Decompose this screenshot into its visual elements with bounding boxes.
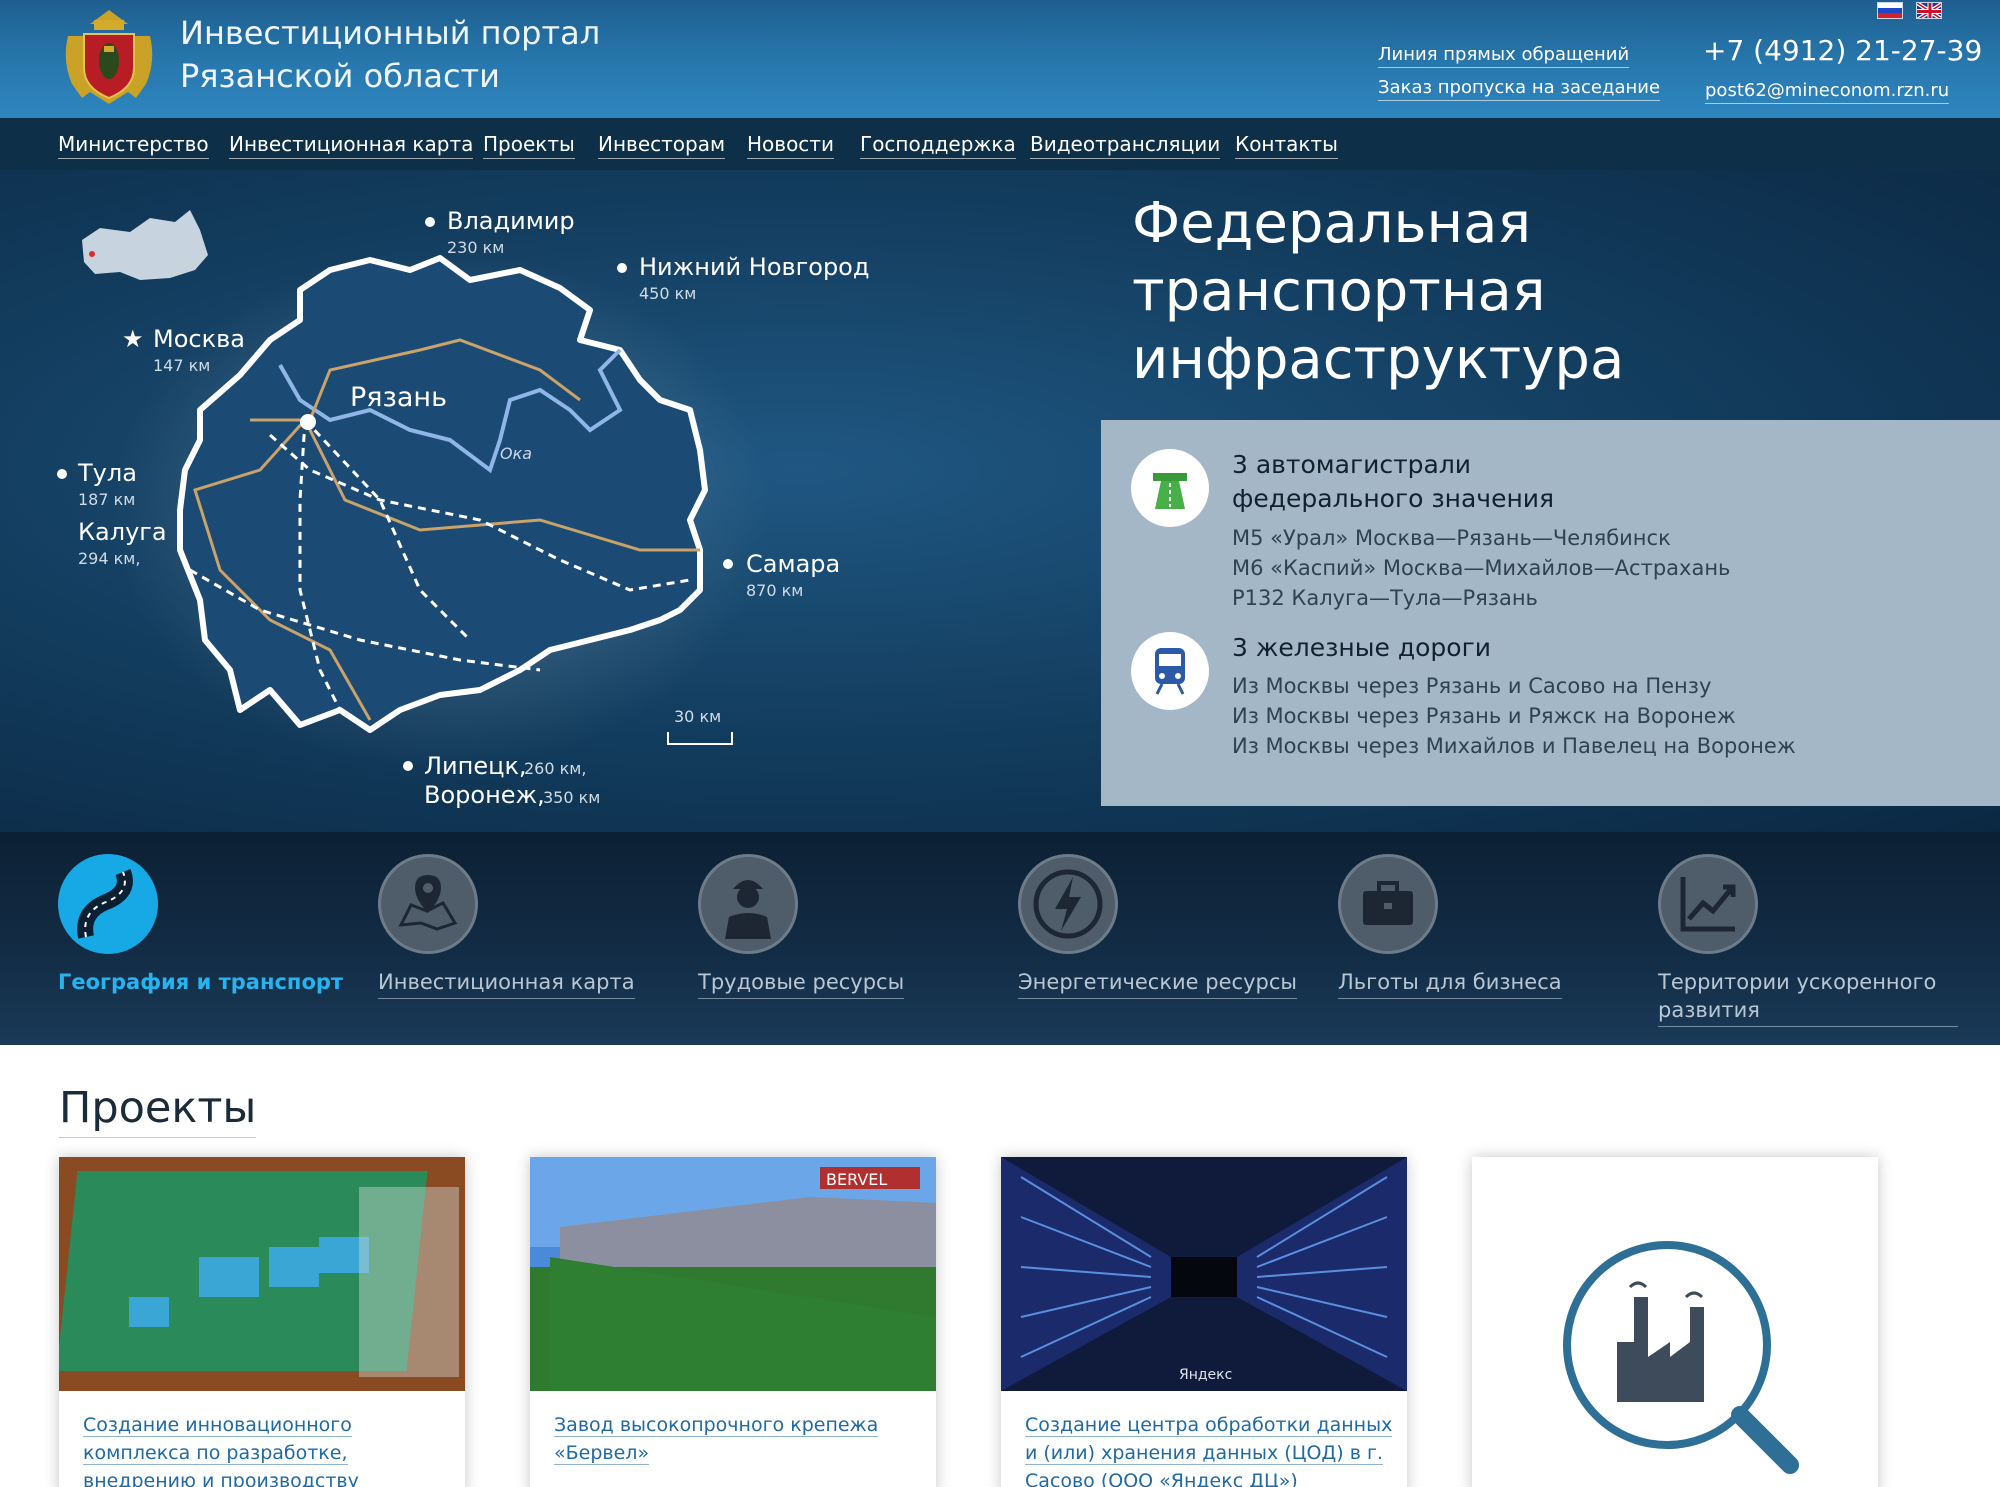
hero-section: ★ Владимир 230 км Нижний Новгород 450 км… xyxy=(0,170,2000,832)
project-card[interactable]: BERVEL Завод высокопрочного крепежа «Бер… xyxy=(530,1157,936,1487)
city-lipetsk: Липецк, xyxy=(424,752,527,780)
city-voronezh-dist: 350 км xyxy=(543,788,600,807)
hero-title: Федеральная транспортная инфраструктура xyxy=(1132,190,1832,394)
roads-heading-line2: федерального значения xyxy=(1232,484,1555,513)
rail-route-3: Из Москвы через Михайлов и Павелец на Во… xyxy=(1232,734,1796,758)
city-tula-dist: 187 км xyxy=(78,490,135,509)
project-title[interactable]: Создание центра обработки данных и (или)… xyxy=(1025,1414,1393,1487)
site-title-line2: Рязанской области xyxy=(180,57,500,95)
city-tula: Тула xyxy=(77,459,137,487)
city-vladimir-dist: 230 км xyxy=(447,238,504,257)
nav-ministry[interactable]: Министерство xyxy=(58,132,209,159)
city-nizhny: Нижний Новгород xyxy=(639,253,869,281)
city-ryazan: Рязань xyxy=(350,382,447,413)
nav-contacts[interactable]: Контакты xyxy=(1235,132,1338,159)
road-icon[interactable] xyxy=(58,854,158,954)
site-header: Инвестиционный портал Рязанской области … xyxy=(0,0,2000,118)
nav-investment-map[interactable]: Инвестиционная карта xyxy=(229,132,474,159)
road-m5: М5 «Урал» Москва—Рязань—Челябинск xyxy=(1232,526,1671,550)
moscow-star-icon: ★ xyxy=(122,325,144,353)
category-labor[interactable]: Трудовые ресурсы xyxy=(698,854,905,999)
phone-number: +7 (4912) 21-27-39 xyxy=(1703,34,1983,67)
category-development-zones[interactable]: Территории ускоренного развития xyxy=(1658,854,1958,1027)
email-link[interactable]: post62@mineconom.rzn.ru xyxy=(1705,80,1950,104)
project-title[interactable]: Завод высокопрочного крепежа «Бервел» xyxy=(554,1414,879,1465)
worker-icon[interactable] xyxy=(698,854,798,954)
city-moscow-dist: 147 км xyxy=(153,356,210,375)
project-card[interactable] xyxy=(1472,1157,1878,1487)
hotline-link[interactable]: Линия прямых обращений xyxy=(1378,44,1630,68)
river-label: Ока xyxy=(500,444,532,463)
project-title[interactable]: Создание инновационного комплекса по раз… xyxy=(83,1414,359,1487)
nav-investors[interactable]: Инвесторам xyxy=(598,132,726,159)
category-label[interactable]: Территории ускоренного развития xyxy=(1658,968,1958,1027)
english-flag-icon[interactable] xyxy=(1916,2,1942,19)
russia-minimap-icon xyxy=(82,210,208,280)
roads-heading: 3 автомагистрали федерального значения xyxy=(1232,448,1792,516)
region-map: ★ Владимир 230 км Нижний Новгород 450 км… xyxy=(57,207,869,809)
rail-route-2: Из Москвы через Рязань и Ряжск на Вороне… xyxy=(1232,704,1736,728)
category-geography[interactable]: География и транспорт xyxy=(58,854,343,998)
project-image[interactable]: Яндекс xyxy=(1001,1157,1407,1391)
nav-state-support[interactable]: Господдержка xyxy=(860,132,1016,159)
ryazan-marker xyxy=(300,414,316,430)
hero-title-line3: инфраструктура xyxy=(1132,327,1625,392)
yandex-watermark: Яндекс xyxy=(1179,1367,1232,1383)
city-samara-dist: 870 км xyxy=(746,581,803,600)
city-vladimir: Владимир xyxy=(447,207,575,235)
road-m6: М6 «Каспий» Москва—Михайлов—Астрахань xyxy=(1232,556,1731,580)
header-links: Линия прямых обращений Заказ пропуска на… xyxy=(1378,44,1661,110)
city-kaluga: Калуга xyxy=(78,518,167,546)
main-nav: Министерство Инвестиционная карта Проект… xyxy=(0,118,2000,170)
infrastructure-panel: 3 автомагистрали федерального значения М… xyxy=(1101,420,2000,806)
project-card[interactable]: Яндекс Создание центра обработки данных … xyxy=(1001,1157,1407,1487)
city-nizhny-dist: 450 км xyxy=(639,284,696,303)
map-pin-icon[interactable] xyxy=(378,854,478,954)
coat-of-arms-logo[interactable] xyxy=(60,6,158,106)
nav-video[interactable]: Видеотрансляции xyxy=(1030,132,1221,159)
city-kaluga-dist: 294 км, xyxy=(78,549,140,568)
projects-title: Проекты xyxy=(59,1083,257,1138)
city-moscow: Москва xyxy=(153,325,245,353)
city-voronezh: Воронеж, xyxy=(424,781,545,809)
nav-projects[interactable]: Проекты xyxy=(483,132,575,159)
growth-chart-icon[interactable] xyxy=(1658,854,1758,954)
project-card[interactable]: Создание инновационного комплекса по раз… xyxy=(59,1157,465,1487)
briefcase-icon[interactable] xyxy=(1338,854,1438,954)
scale-label: 30 км xyxy=(674,707,721,726)
category-label[interactable]: Льготы для бизнеса xyxy=(1338,968,1562,999)
roads-heading-line1: 3 автомагистрали xyxy=(1232,450,1472,479)
bervel-sign: BERVEL xyxy=(826,1170,887,1189)
hero-title-line1: Федеральная xyxy=(1132,191,1532,256)
category-energy[interactable]: Энергетические ресурсы xyxy=(1018,854,1297,999)
site-title[interactable]: Инвестиционный портал Рязанской области xyxy=(180,12,620,98)
russian-flag-icon[interactable] xyxy=(1877,2,1903,19)
city-lipetsk-dist: 260 км, xyxy=(524,759,586,778)
pass-order-link[interactable]: Заказ пропуска на заседание xyxy=(1378,77,1661,101)
category-label[interactable]: Трудовые ресурсы xyxy=(698,968,905,999)
site-title-line1: Инвестиционный портал xyxy=(180,14,601,52)
highway-icon xyxy=(1131,449,1209,527)
category-label[interactable]: География и транспорт xyxy=(58,968,343,998)
lightning-icon[interactable] xyxy=(1018,854,1118,954)
category-label[interactable]: Инвестиционная карта xyxy=(378,968,635,999)
category-benefits[interactable]: Льготы для бизнеса xyxy=(1338,854,1562,999)
nav-news[interactable]: Новости xyxy=(747,132,834,159)
category-band: География и транспорт Инвестиционная кар… xyxy=(0,832,2000,1045)
rail-route-1: Из Москвы через Рязань и Сасово на Пензу xyxy=(1232,674,1712,698)
city-samara: Самара xyxy=(746,550,840,578)
road-r132: Р132 Калуга—Тула—Рязань xyxy=(1232,586,1538,610)
train-icon xyxy=(1131,632,1209,710)
rail-heading: 3 железные дороги xyxy=(1232,633,1491,662)
factory-search-icon[interactable] xyxy=(1472,1157,1878,1487)
category-label[interactable]: Энергетические ресурсы xyxy=(1018,968,1297,999)
project-image[interactable]: BERVEL xyxy=(530,1157,936,1391)
category-investment-map[interactable]: Инвестиционная карта xyxy=(378,854,635,999)
hero-title-line2: транспортная xyxy=(1132,259,1546,324)
project-image[interactable] xyxy=(59,1157,465,1391)
